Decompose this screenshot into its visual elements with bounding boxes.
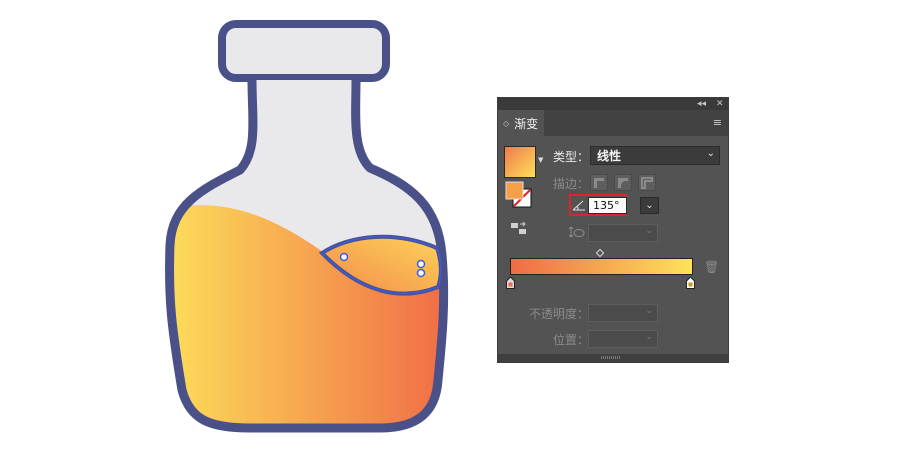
panel-resize-grip[interactable] bbox=[498, 354, 728, 362]
gradient-swatch[interactable] bbox=[504, 146, 536, 178]
gradient-midpoint-slider[interactable] bbox=[595, 248, 605, 258]
bottle-cap[interactable] bbox=[218, 20, 390, 82]
fill-stroke-swatch[interactable] bbox=[505, 181, 533, 209]
close-icon[interactable]: ✕ bbox=[716, 98, 724, 110]
aspect-ratio-icon bbox=[569, 226, 585, 238]
gradient-panel: ◂◂ ✕ ◇ 渐变 ≡ ▼ 类型： 线性 ⌄ 描边： 135° ⌄ ⌄ 🗑 不透… bbox=[497, 97, 729, 363]
swatch-dropdown-icon[interactable]: ▼ bbox=[538, 156, 543, 164]
anchor-point[interactable] bbox=[416, 268, 426, 278]
position-label: 位置： bbox=[553, 333, 590, 347]
delete-stop-icon[interactable]: 🗑 bbox=[704, 260, 719, 274]
position-field[interactable]: ⌄ bbox=[588, 330, 658, 348]
gradient-slider-bar[interactable] bbox=[510, 258, 693, 275]
anchor-point[interactable] bbox=[416, 259, 426, 269]
stroke-across-button[interactable] bbox=[638, 174, 656, 191]
reverse-gradient-icon[interactable] bbox=[510, 222, 530, 236]
tab-gradient-label: 渐变 bbox=[514, 116, 539, 131]
bottle-illustration bbox=[165, 20, 449, 433]
opacity-field[interactable]: ⌄ bbox=[588, 304, 658, 322]
tab-grip-icon: ◇ bbox=[503, 118, 510, 128]
aspect-ratio-field[interactable]: ⌄ bbox=[588, 224, 658, 242]
stroke-within-button[interactable] bbox=[590, 174, 608, 191]
opacity-label: 不透明度： bbox=[529, 307, 590, 321]
stroke-along-button[interactable] bbox=[614, 174, 632, 191]
chevron-down-icon: ⌄ bbox=[706, 148, 715, 159]
type-label: 类型： bbox=[553, 150, 590, 164]
angle-icon bbox=[572, 200, 585, 211]
tab-gradient[interactable]: ◇ 渐变 bbox=[498, 110, 544, 136]
type-select-value: 线性 bbox=[597, 149, 622, 163]
chevron-down-icon: ⌄ bbox=[645, 226, 653, 236]
panel-menu-icon[interactable]: ≡ bbox=[713, 117, 722, 129]
type-select[interactable]: 线性 ⌄ bbox=[590, 146, 720, 165]
chevron-down-icon: ⌄ bbox=[645, 332, 653, 342]
stroke-label: 描边： bbox=[553, 177, 590, 191]
collapse-icon[interactable]: ◂◂ bbox=[697, 98, 706, 110]
color-stop-left[interactable] bbox=[506, 277, 515, 289]
chevron-down-icon: ⌄ bbox=[645, 306, 653, 316]
panel-tabbar: ◇ 渐变 ≡ bbox=[498, 110, 728, 136]
angle-input[interactable]: 135° bbox=[588, 197, 627, 214]
color-stop-right[interactable] bbox=[686, 277, 695, 289]
angle-dropdown-button[interactable]: ⌄ bbox=[640, 197, 659, 214]
artboard bbox=[0, 0, 480, 459]
panel-titlebar[interactable]: ◂◂ ✕ bbox=[498, 98, 728, 110]
anchor-point[interactable] bbox=[339, 252, 349, 262]
